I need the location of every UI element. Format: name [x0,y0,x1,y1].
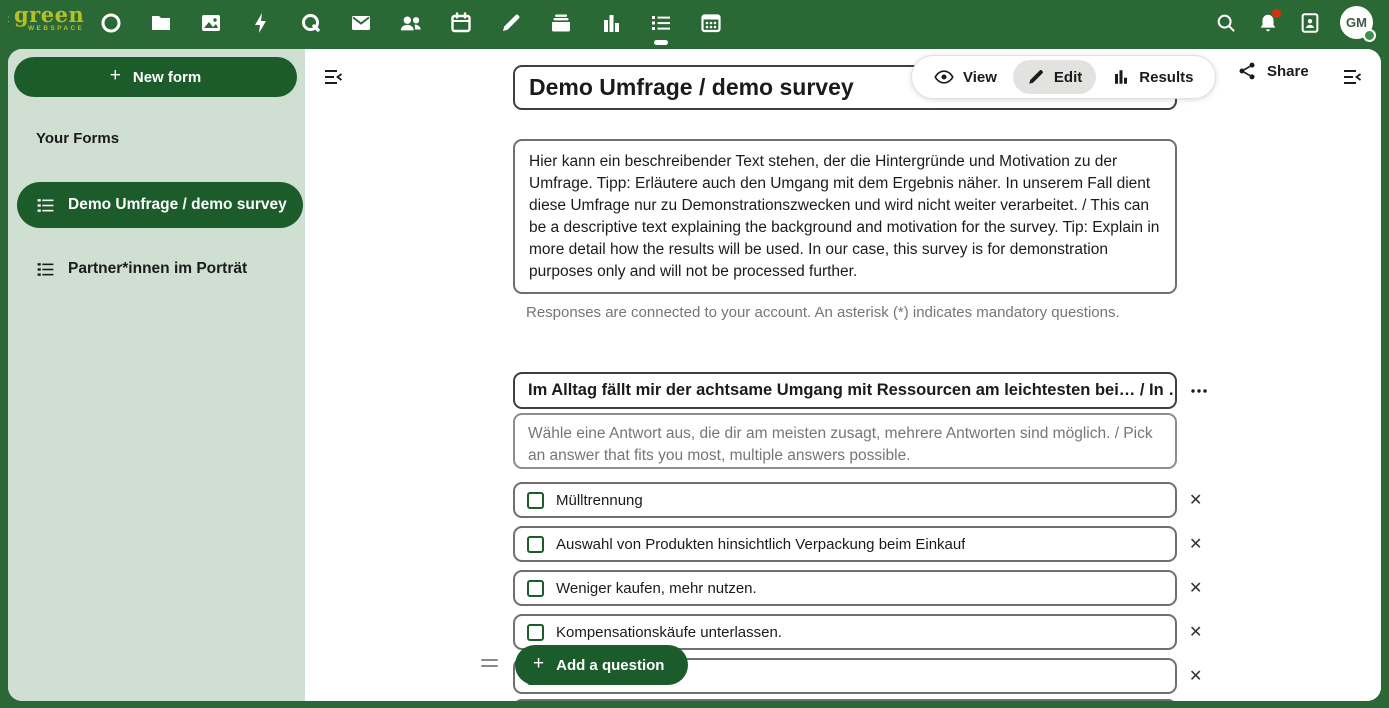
view-button[interactable]: View [920,59,1011,95]
delete-option-icon[interactable]: ✕ [1189,624,1202,640]
question-description-input[interactable]: Wähle eine Antwort aus, die dir am meist… [513,413,1177,469]
activity-lightning-icon[interactable] [249,9,273,37]
answer-option-label: Weniger kaufen, mehr nutzen. [556,580,757,597]
share-label: Share [1267,63,1309,80]
drag-handle-icon[interactable] [481,659,498,668]
form-description-input[interactable]: Hier kann ein beschreibender Text stehen… [513,139,1177,294]
notifications-bell-icon[interactable] [1256,11,1280,35]
share-icon [1237,61,1257,81]
answer-option-input[interactable]: Auswahl von Produkten hinsichtlich Verpa… [513,526,1177,562]
delete-option-icon[interactable]: ✕ [1189,580,1202,596]
main-panel: Demo Umfrage / demo survey View Edit Res… [305,49,1381,701]
answer-option-row: Weniger kaufen, mehr nutzen. ✕ [513,570,1219,606]
plus-icon: + [110,65,121,87]
collapse-left-sidebar-icon[interactable] [325,69,342,85]
new-form-button[interactable]: + New form [14,57,297,97]
question-title-input[interactable]: Im Alltag fällt mir der achtsame Umgang … [513,372,1177,409]
app-frame: + New form Your Forms Demo Umfrage / dem… [0,45,1389,708]
answer-option-row: Auswahl von Produkten hinsichtlich Verpa… [513,526,1219,562]
files-folder-icon[interactable] [149,9,173,37]
sidebar-item-label: Partner*innen im Porträt [68,260,247,278]
new-form-label: New form [133,69,201,86]
calendar-icon[interactable] [449,9,473,37]
collapse-right-sidebar-icon[interactable] [1344,69,1361,85]
tables-grid-icon[interactable] [699,9,723,37]
dashboard-icon[interactable] [99,9,123,37]
add-question-label: Add a question [556,657,664,674]
answer-option-label: Mülltrennung [556,492,643,509]
answer-option-label: Kompensationskäufe unterlassen. [556,624,782,641]
user-status-dot [1363,29,1376,42]
delete-option-icon[interactable]: ✕ [1189,492,1202,508]
sidebar-item-partnerinnen[interactable]: Partner*innen im Porträt [17,246,303,292]
deck-stack-icon[interactable] [549,9,573,37]
checkbox-icon[interactable] [527,492,544,509]
share-button[interactable]: Share [1237,61,1309,81]
sidebar: + New form Your Forms Demo Umfrage / dem… [8,49,305,701]
avatar[interactable]: GM [1340,6,1373,39]
edit-label: Edit [1054,69,1082,86]
results-label: Results [1139,69,1193,86]
answer-option-input[interactable]: Mülltrennung [513,482,1177,518]
contacts-people-icon[interactable] [399,9,423,37]
delete-option-icon[interactable]: ✕ [1189,536,1202,552]
next-element-partial [513,699,1177,701]
checkbox-icon[interactable] [527,536,544,553]
app-navigation [99,0,723,45]
barchart-icon [1112,68,1130,86]
forms-active-indicator [654,40,668,45]
sidebar-item-demo-umfrage[interactable]: Demo Umfrage / demo survey [17,182,303,228]
form-list-icon [36,260,55,279]
answer-option-input[interactable]: Weniger kaufen, mehr nutzen. [513,570,1177,606]
form-list-icon [36,196,55,215]
logo-text: green [14,5,84,25]
checkbox-icon[interactable] [527,580,544,597]
edit-button[interactable]: Edit [1013,60,1096,94]
notification-badge [1272,9,1281,18]
results-button[interactable]: Results [1098,60,1207,94]
logo[interactable]: : green WEBSPACE [14,5,84,32]
logo-leaf-icon: : [7,14,10,25]
checkbox-icon[interactable] [527,624,544,641]
question-menu-icon[interactable] [1187,379,1211,403]
answer-option-row: Mülltrennung ✕ [513,482,1219,518]
topbar: : green WEBSPACE [0,0,1389,45]
analytics-barchart-icon[interactable] [599,9,623,37]
magnifier-app-icon[interactable] [299,9,323,37]
avatar-initials: GM [1346,15,1367,30]
view-label: View [963,69,997,86]
eye-icon [934,67,954,87]
sidebar-item-label: Demo Umfrage / demo survey [68,196,287,214]
photos-icon[interactable] [199,9,223,37]
your-forms-caption: Your Forms [36,130,119,147]
delete-option-icon[interactable]: ✕ [1189,668,1202,684]
mail-icon[interactable] [349,9,373,37]
topbar-right: GM [1214,0,1373,45]
pencil-icon [1027,68,1045,86]
forms-list-icon[interactable] [649,9,673,37]
mode-switcher: View Edit Results [911,55,1216,99]
search-icon[interactable] [1214,11,1238,35]
notes-pencil-icon[interactable] [499,9,523,37]
plus-icon: + [533,653,544,675]
answer-option-label: Auswahl von Produkten hinsichtlich Verpa… [556,536,965,553]
contacts-menu-icon[interactable] [1298,11,1322,35]
add-question-button[interactable]: + Add a question [515,645,688,685]
mandatory-note: Responses are connected to your account.… [526,304,1120,321]
app-content: + New form Your Forms Demo Umfrage / dem… [8,49,1381,701]
